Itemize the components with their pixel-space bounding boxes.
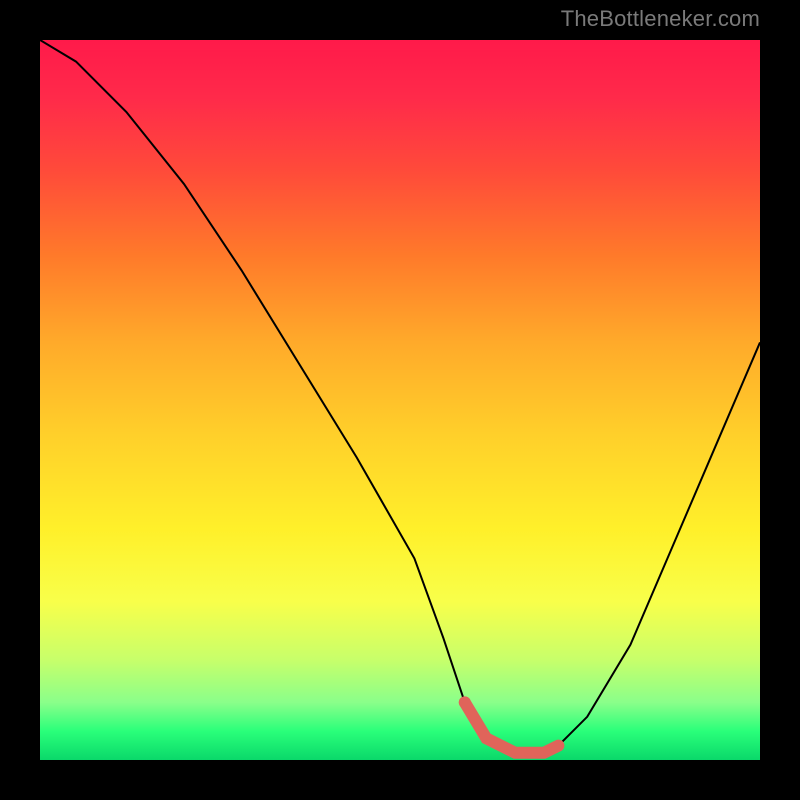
attribution-text: TheBottleneker.com: [561, 6, 760, 32]
plot-area: [40, 40, 760, 760]
chart-svg: [40, 40, 760, 760]
optimal-start-dot: [459, 696, 471, 708]
chart-container: TheBottleneker.com: [0, 0, 800, 800]
optimal-highlight: [465, 702, 559, 752]
bottleneck-curve: [40, 40, 760, 753]
